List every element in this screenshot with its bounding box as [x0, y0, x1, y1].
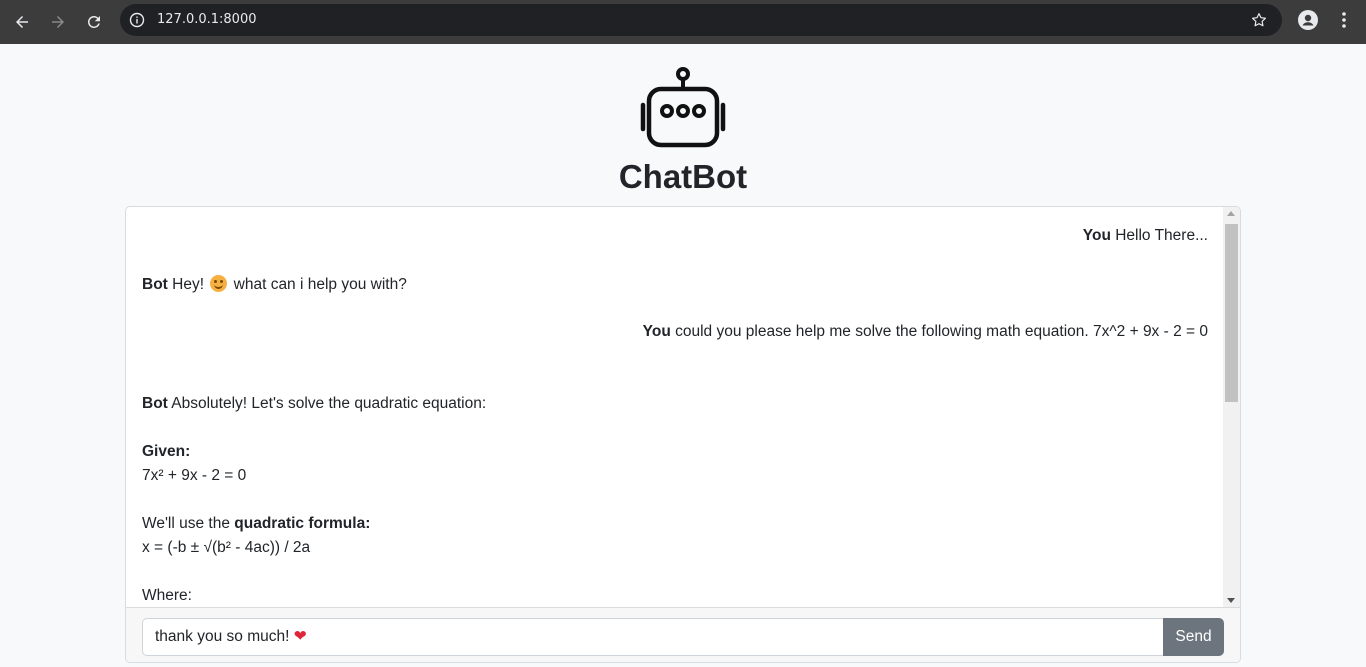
url-text: 127.0.0.1:8000 — [157, 12, 257, 27]
reload-icon — [87, 15, 100, 28]
bot-message: Bot Hey! what can i help you with? — [142, 275, 1208, 294]
page-title: ChatBot — [618, 158, 748, 195]
message-input[interactable] — [142, 618, 1164, 656]
where-label: Where: — [142, 587, 192, 604]
chat-card: You Hello There... Bot Hey! what can i h… — [125, 206, 1241, 663]
browser-toolbar: 127.0.0.1:8000 — [0, 0, 1366, 44]
message-text: Hey! — [172, 276, 205, 293]
forward-button[interactable] — [46, 10, 70, 34]
forward-arrow-icon — [52, 16, 64, 28]
sender-label: You — [642, 323, 671, 340]
smiling-face-emoji-icon — [210, 275, 228, 292]
back-arrow-icon — [16, 16, 28, 28]
send-button[interactable]: Send — [1163, 618, 1224, 656]
reload-button[interactable] — [82, 10, 106, 34]
back-button[interactable] — [10, 10, 34, 34]
formula-text: x = (-b ± √(b² - 4ac)) / 2a — [142, 539, 311, 556]
sender-label: Bot — [142, 276, 168, 293]
message-text: Hello There... — [1115, 227, 1208, 244]
bookmark-star-icon[interactable] — [1250, 11, 1268, 29]
robot-icon — [640, 67, 726, 148]
chat-log[interactable]: You Hello There... Bot Hey! what can i h… — [126, 207, 1224, 607]
scroll-up-arrow-icon[interactable] — [1227, 211, 1235, 216]
more-menu-icon[interactable] — [1336, 10, 1352, 30]
bot-message: Bot Absolutely! Let's solve the quadrati… — [142, 395, 1208, 413]
user-message: You Hello There... — [142, 227, 1208, 245]
message-text: could you please help me solve the follo… — [675, 323, 1208, 340]
site-info-icon[interactable] — [129, 12, 145, 28]
equation-text: 7x² + 9x - 2 = 0 — [142, 467, 247, 484]
user-message: You could you please help me solve the f… — [142, 323, 1208, 341]
chat-input-area: thank you so much! ❤ Send — [126, 607, 1240, 662]
formula-intro: We'll use the quadratic formula: — [142, 515, 371, 532]
profile-icon[interactable] — [1298, 10, 1318, 30]
scroll-down-arrow-icon[interactable] — [1227, 598, 1235, 603]
message-text: what can i help you with? — [233, 276, 407, 293]
address-bar[interactable]: 127.0.0.1:8000 — [120, 4, 1282, 36]
sender-label: You — [1082, 227, 1111, 244]
scroll-thumb[interactable] — [1225, 224, 1238, 402]
chat-scrollbar[interactable] — [1223, 207, 1240, 607]
given-label: Given: — [142, 443, 191, 460]
sender-label: Bot — [142, 395, 168, 412]
message-text: Absolutely! Let's solve the quadratic eq… — [171, 395, 487, 412]
